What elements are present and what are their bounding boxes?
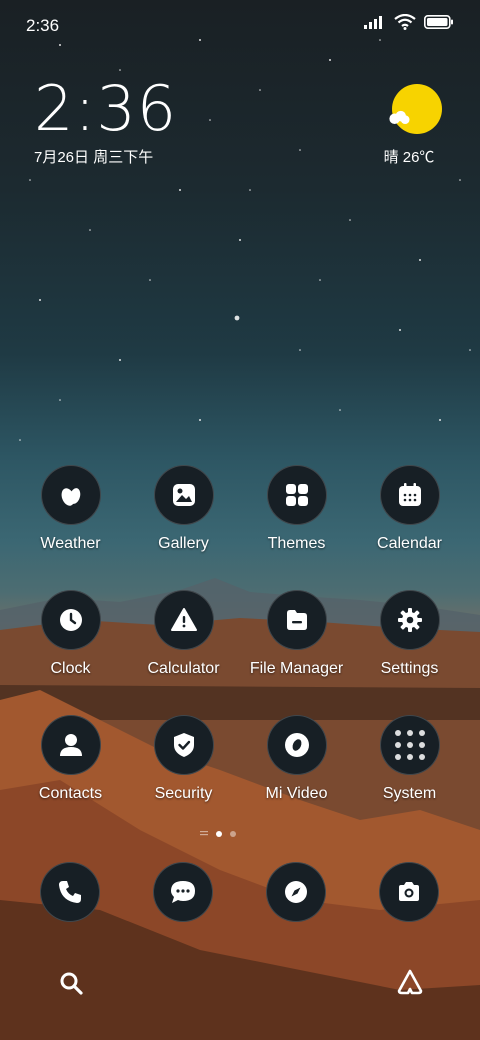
page-indicator-menu-icon: [200, 831, 208, 836]
clock-time: 2:36: [34, 72, 178, 145]
weather-summary: 晴 26℃: [383, 149, 435, 166]
app-label: Weather: [40, 535, 101, 552]
app-label: Settings: [380, 660, 439, 677]
app-system-folder[interactable]: System: [353, 715, 466, 803]
mi-video-icon: [266, 715, 327, 775]
page-indicator: [200, 830, 236, 838]
weather-icon: [40, 465, 101, 525]
security-icon: [153, 715, 214, 775]
app-label: Mi Video: [265, 785, 328, 802]
app-label: Themes: [267, 535, 326, 552]
status-time: 2:36: [26, 16, 60, 35]
dock-camera[interactable]: [379, 862, 439, 922]
search-icon: [60, 972, 83, 995]
battery-icon: [424, 15, 453, 29]
calendar-icon: [379, 465, 440, 525]
app-label: Calculator: [147, 660, 220, 677]
search-button[interactable]: [58, 970, 84, 1001]
app-clock[interactable]: Clock: [14, 590, 127, 678]
app-weather[interactable]: Weather: [14, 465, 127, 553]
weather-widget[interactable]: 晴 26℃: [384, 84, 444, 167]
clock-widget[interactable]: 2:36 7月26日 周三下午: [34, 78, 177, 167]
page-dot-active: [216, 831, 222, 837]
dock-messages[interactable]: [153, 862, 213, 922]
file-manager-icon: [266, 590, 327, 650]
dock-phone[interactable]: [40, 862, 100, 922]
contacts-icon: [40, 715, 101, 775]
app-themes[interactable]: Themes: [240, 465, 353, 553]
system-folder-icon: [379, 715, 440, 775]
clock-date: 7月26日 周三下午: [34, 149, 154, 166]
app-contacts[interactable]: Contacts: [14, 715, 127, 803]
clock-icon: [40, 590, 101, 650]
phone-icon: [59, 881, 81, 903]
app-label: Calendar: [377, 535, 442, 552]
app-calendar[interactable]: Calendar: [353, 465, 466, 553]
app-vault-icon: [397, 969, 423, 995]
app-label: Security: [154, 785, 213, 802]
status-bar: 2:36: [0, 0, 480, 50]
app-label: Clock: [50, 660, 91, 677]
app-label: System: [382, 785, 437, 802]
app-label: Gallery: [158, 535, 209, 552]
app-label: File Manager: [249, 660, 344, 677]
app-label: Contacts: [38, 785, 103, 802]
app-file-manager[interactable]: File Manager: [240, 590, 353, 678]
app-security[interactable]: Security: [127, 715, 240, 803]
sunny-icon: [389, 84, 442, 134]
settings-icon: [379, 590, 440, 650]
page-dot: [230, 831, 236, 837]
app-gallery[interactable]: Gallery: [127, 465, 240, 553]
app-calculator[interactable]: Calculator: [127, 590, 240, 678]
messages-icon: [171, 881, 195, 903]
gallery-icon: [153, 465, 214, 525]
dock-browser[interactable]: [266, 862, 326, 922]
app-vault-button[interactable]: [396, 968, 424, 1001]
wifi-icon: [394, 14, 416, 30]
app-mi-video[interactable]: Mi Video: [240, 715, 353, 803]
camera-icon: [399, 882, 419, 901]
app-settings[interactable]: Settings: [353, 590, 466, 678]
calculator-icon: [153, 590, 214, 650]
browser-compass-icon: [285, 881, 307, 903]
themes-icon: [266, 465, 327, 525]
signal-icon: [364, 16, 382, 29]
cloud-icon: [389, 110, 410, 124]
